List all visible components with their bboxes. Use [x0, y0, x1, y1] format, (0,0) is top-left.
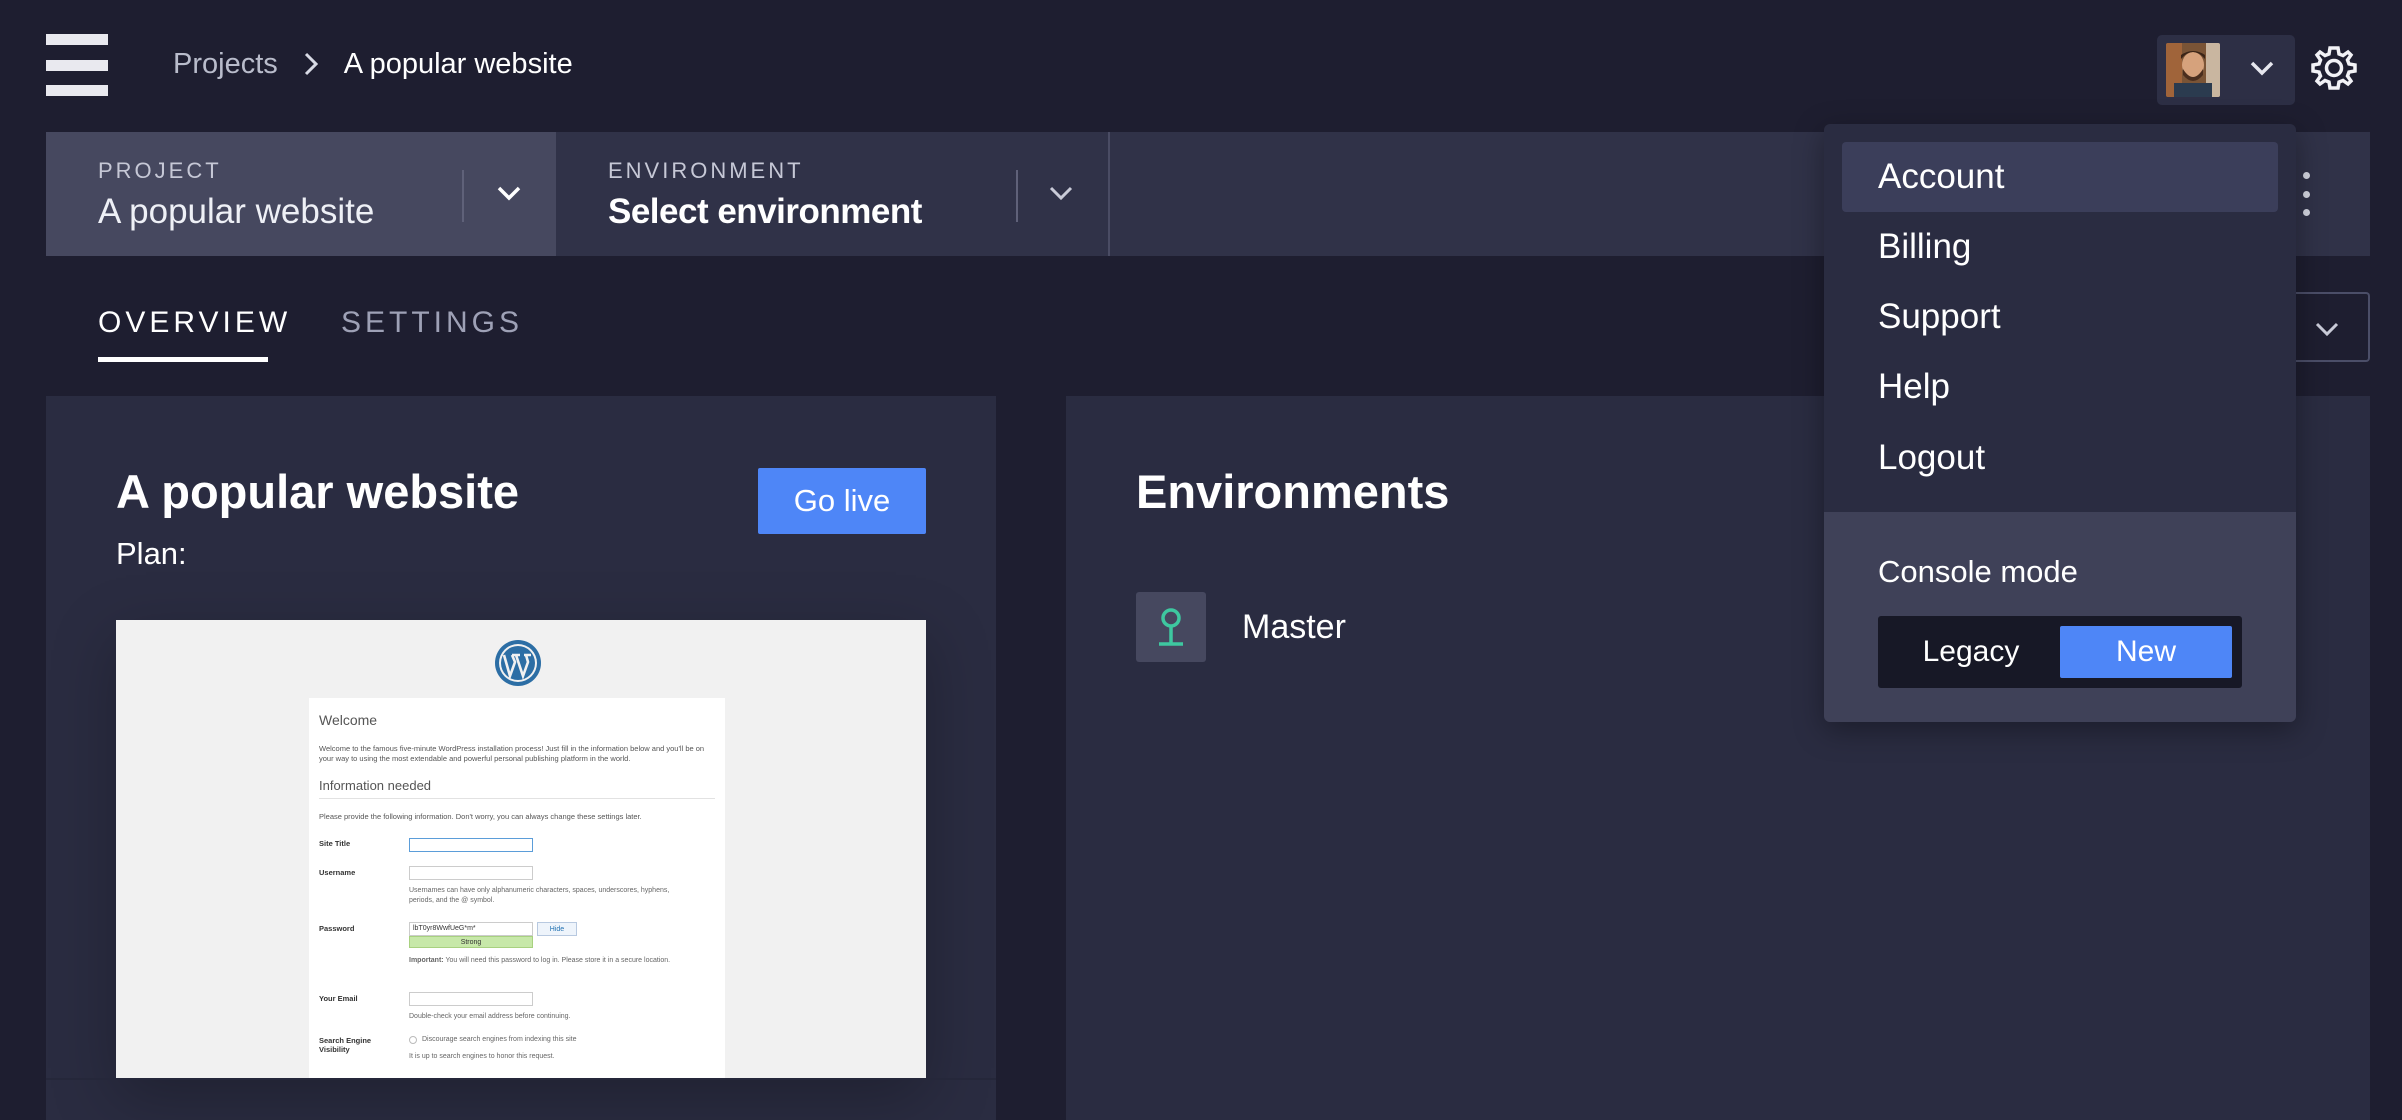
wp-search-option: Discourage search engines from indexing …: [422, 1036, 577, 1043]
wp-info-heading: Information needed: [319, 778, 432, 793]
wp-username-label: Username: [319, 868, 356, 877]
site-preview-image[interactable]: Welcome Welcome to the famous five-minut…: [116, 620, 926, 1078]
console-mode-new-button[interactable]: New: [2060, 626, 2232, 678]
user-menu-button[interactable]: [2157, 35, 2295, 105]
wp-username-note: Usernames can have only alphanumeric cha…: [409, 887, 670, 904]
wp-site-title-label: Site Title: [319, 839, 351, 848]
active-tab-indicator: [98, 357, 268, 362]
divider: [1016, 170, 1018, 222]
project-label: PROJECT: [98, 158, 222, 183]
tab-overview[interactable]: OVERVIEW: [98, 306, 291, 340]
environment-value: Select environment: [608, 192, 922, 231]
pin-icon[interactable]: [1136, 592, 1206, 662]
wp-password-note-text: You will need this password to log in. P…: [445, 957, 671, 964]
menu-item-help[interactable]: Help: [1842, 352, 2278, 422]
environment-label: ENVIRONMENT: [608, 158, 804, 183]
console-mode-section: Console mode Legacy New: [1824, 512, 2296, 722]
plan-label: Plan:: [116, 536, 187, 571]
breadcrumb: Projects A popular website: [173, 44, 573, 84]
wp-username-input: [409, 866, 533, 880]
project-title: A popular website: [116, 465, 520, 518]
wp-info-text: Please provide the following information…: [319, 812, 642, 821]
wp-welcome-heading: Welcome: [319, 712, 378, 728]
menu-item-billing[interactable]: Billing: [1842, 212, 2278, 282]
tab-settings[interactable]: SETTINGS: [341, 306, 523, 340]
console-mode-toggle: Legacy New: [1878, 616, 2242, 688]
chevron-right-icon: [304, 52, 318, 76]
wp-search-note: It is up to search engines to honor this…: [409, 1053, 555, 1060]
chevron-down-icon: [1049, 186, 1073, 201]
environment-selector[interactable]: ENVIRONMENT Select environment: [556, 132, 1110, 256]
wordpress-logo-icon: [493, 638, 543, 693]
project-selector[interactable]: PROJECT A popular website: [46, 132, 556, 256]
filter-select[interactable]: [2290, 292, 2370, 362]
wp-install-panel: Welcome Welcome to the famous five-minut…: [309, 698, 725, 1078]
wp-hide-button: Hide: [537, 922, 577, 936]
user-dropdown-menu: Account Billing Support Help Logout Cons…: [1824, 124, 2296, 722]
wp-email-input: [409, 992, 533, 1006]
go-live-button[interactable]: Go live: [758, 468, 926, 534]
wp-search-checkbox: [409, 1036, 417, 1044]
divider: [462, 170, 464, 222]
menu-item-support[interactable]: Support: [1842, 282, 2278, 352]
chevron-down-icon: [2315, 322, 2339, 337]
project-value: A popular website: [98, 192, 375, 231]
environment-name[interactable]: Master: [1242, 608, 1346, 647]
breadcrumb-current: A popular website: [343, 47, 573, 80]
wp-password-note-bold: Important:: [409, 957, 444, 964]
avatar: [2166, 43, 2220, 97]
wp-password-input: lbT0yr8WwfUeG*m*: [409, 922, 533, 936]
console-mode-label: Console mode: [1878, 554, 2078, 589]
wp-email-label: Your Email: [319, 994, 358, 1003]
wp-password-note: Important: You will need this password t…: [409, 956, 689, 966]
wp-password-label: Password: [319, 924, 355, 933]
divider: [319, 798, 715, 799]
chevron-down-icon: [2250, 61, 2274, 76]
menu-item-logout[interactable]: Logout: [1842, 423, 2278, 493]
console-mode-legacy-button[interactable]: Legacy: [1886, 626, 2056, 678]
wp-intro-text: Welcome to the famous five-minute WordPr…: [319, 744, 705, 763]
wp-email-note: Double-check your email address before c…: [409, 1013, 571, 1020]
divider: [46, 1078, 996, 1080]
app-logo-icon[interactable]: [46, 34, 108, 96]
wp-search-label: Search Engine Visibility: [319, 1036, 372, 1054]
project-card: A popular website Plan: Go live Welcome …: [46, 396, 996, 1120]
wp-strength-meter: Strong: [409, 936, 533, 948]
chevron-down-icon: [497, 186, 521, 201]
more-options-icon[interactable]: [2302, 172, 2310, 216]
breadcrumb-projects-link[interactable]: Projects: [173, 48, 278, 81]
gear-icon[interactable]: [2309, 43, 2359, 98]
wp-site-title-input: [409, 838, 533, 852]
environments-title: Environments: [1136, 465, 1450, 518]
menu-item-account[interactable]: Account: [1842, 142, 2278, 212]
